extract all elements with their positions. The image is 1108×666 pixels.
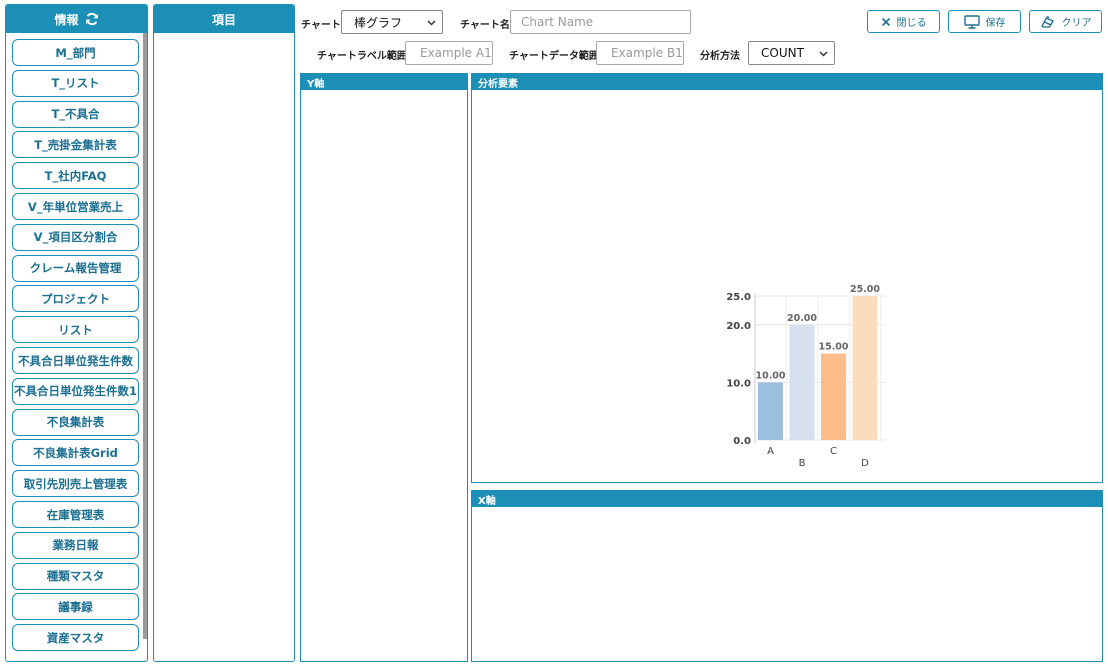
- sidebar-item[interactable]: T_社内FAQ: [12, 162, 139, 190]
- sidebar-item[interactable]: 業務日報: [12, 531, 139, 559]
- y-axis-panel-title: Y軸: [301, 74, 467, 90]
- sidebar-item[interactable]: 在庫管理表: [12, 501, 139, 528]
- preview-bar-chart: 0.0 10.0 20.0 25.0 10.00 A 20.00 B 15.00 C 25.00 D: [726, 284, 885, 469]
- sidebar: 情報 M_部門 T_リスト T_不具合 T_売掛金集計表 T_社内FAQ V_年単位営業売…: [5, 4, 148, 662]
- eraser-icon: [1040, 15, 1054, 28]
- label-range-input[interactable]: Example A1: [405, 41, 493, 65]
- items-panel-title: 項目: [154, 5, 294, 33]
- chart-name-label: チャート名: [460, 20, 510, 31]
- sidebar-item[interactable]: 議事録: [12, 593, 139, 621]
- data-label: 20.00: [787, 313, 817, 324]
- analysis-method-label: 分析方法: [700, 51, 740, 62]
- app-root: 情報 M_部門 T_リスト T_不具合 T_売掛金集計表 T_社内FAQ V_年単位営業売…: [0, 0, 1108, 666]
- sidebar-list: M_部門 T_リスト T_不具合 T_売掛金集計表 T_社内FAQ V_年単位営業売上 V_…: [6, 33, 147, 661]
- y-tick-label: 0.0: [733, 436, 751, 447]
- y-tick-label: 25.0: [726, 292, 751, 303]
- data-label: 10.00: [755, 370, 785, 381]
- data-range-label: チャートデータ範囲: [509, 51, 599, 62]
- clear-button-label: クリア: [1061, 18, 1092, 29]
- sidebar-item[interactable]: 不良集計表Grid: [12, 439, 139, 467]
- clear-button[interactable]: クリア: [1029, 10, 1102, 33]
- y-tick-label: 20.0: [726, 321, 751, 332]
- sidebar-item[interactable]: 不具合日単位発生件数1: [12, 377, 139, 405]
- close-button[interactable]: 閉じる: [867, 10, 940, 33]
- bar: [789, 324, 815, 440]
- sidebar-item[interactable]: M_部門: [12, 39, 139, 66]
- sidebar-item[interactable]: T_不具合: [12, 100, 139, 128]
- x-tick-label: A: [767, 446, 774, 457]
- x-tick-label: B: [799, 458, 806, 469]
- sidebar-item[interactable]: プロジェクト: [12, 285, 139, 313]
- bar: [852, 296, 878, 440]
- data-label: 25.00: [850, 284, 880, 295]
- chart-name-input[interactable]: Chart Name: [510, 10, 691, 34]
- save-button[interactable]: 保存: [948, 10, 1021, 33]
- analysis-panel-title: 分析要素: [472, 74, 1102, 90]
- sidebar-scrollbar[interactable]: [143, 33, 147, 639]
- sidebar-item[interactable]: クレーム報告管理: [12, 254, 139, 282]
- sidebar-item[interactable]: V_項目区分割合: [12, 223, 139, 251]
- sidebar-item[interactable]: V_年単位営業売上: [12, 193, 139, 220]
- data-label: 15.00: [818, 342, 848, 353]
- close-button-label: 閉じる: [896, 18, 927, 29]
- data-range-input[interactable]: Example B1: [596, 41, 684, 65]
- sidebar-item[interactable]: リスト: [12, 316, 139, 344]
- analysis-method-select[interactable]: COUNT: [748, 41, 835, 65]
- y-tick-label: 10.0: [726, 378, 751, 389]
- y-axis-panel[interactable]: Y軸: [300, 73, 468, 662]
- x-axis-panel[interactable]: X軸: [471, 490, 1103, 662]
- sidebar-item[interactable]: 不良集計表: [12, 408, 139, 436]
- chart-type-value: 棒グラフ: [354, 15, 403, 30]
- x-axis-panel-title: X軸: [472, 491, 1102, 507]
- sidebar-item[interactable]: 不具合日単位発生件数: [12, 347, 139, 374]
- label-range-label: チャートラベル範囲: [317, 51, 407, 62]
- save-button-label: 保存: [985, 18, 1006, 29]
- sidebar-item[interactable]: T_売掛金集計表: [12, 131, 139, 159]
- sidebar-title: 情報: [54, 12, 79, 27]
- x-tick-label: C: [830, 446, 837, 457]
- items-panel: 項目: [153, 4, 295, 662]
- bar: [758, 382, 783, 440]
- x-tick-label: D: [861, 458, 869, 469]
- sidebar-item[interactable]: 種類マスタ: [12, 562, 139, 590]
- refresh-icon[interactable]: [85, 12, 99, 26]
- analysis-method-value: COUNT: [761, 46, 804, 60]
- chart-type-label: チャート: [301, 20, 341, 31]
- close-icon: [881, 17, 890, 26]
- sidebar-header: 情報: [6, 5, 147, 33]
- chart-type-select[interactable]: 棒グラフ: [341, 10, 443, 34]
- sidebar-item[interactable]: 資産マスタ: [12, 624, 139, 652]
- sidebar-item[interactable]: T_リスト: [12, 69, 139, 97]
- chevron-down-icon: [427, 20, 436, 26]
- chevron-down-icon: [819, 51, 828, 57]
- sidebar-item[interactable]: 取引先別売上管理表: [12, 470, 139, 498]
- bar: [821, 353, 846, 440]
- monitor-icon: [963, 14, 980, 29]
